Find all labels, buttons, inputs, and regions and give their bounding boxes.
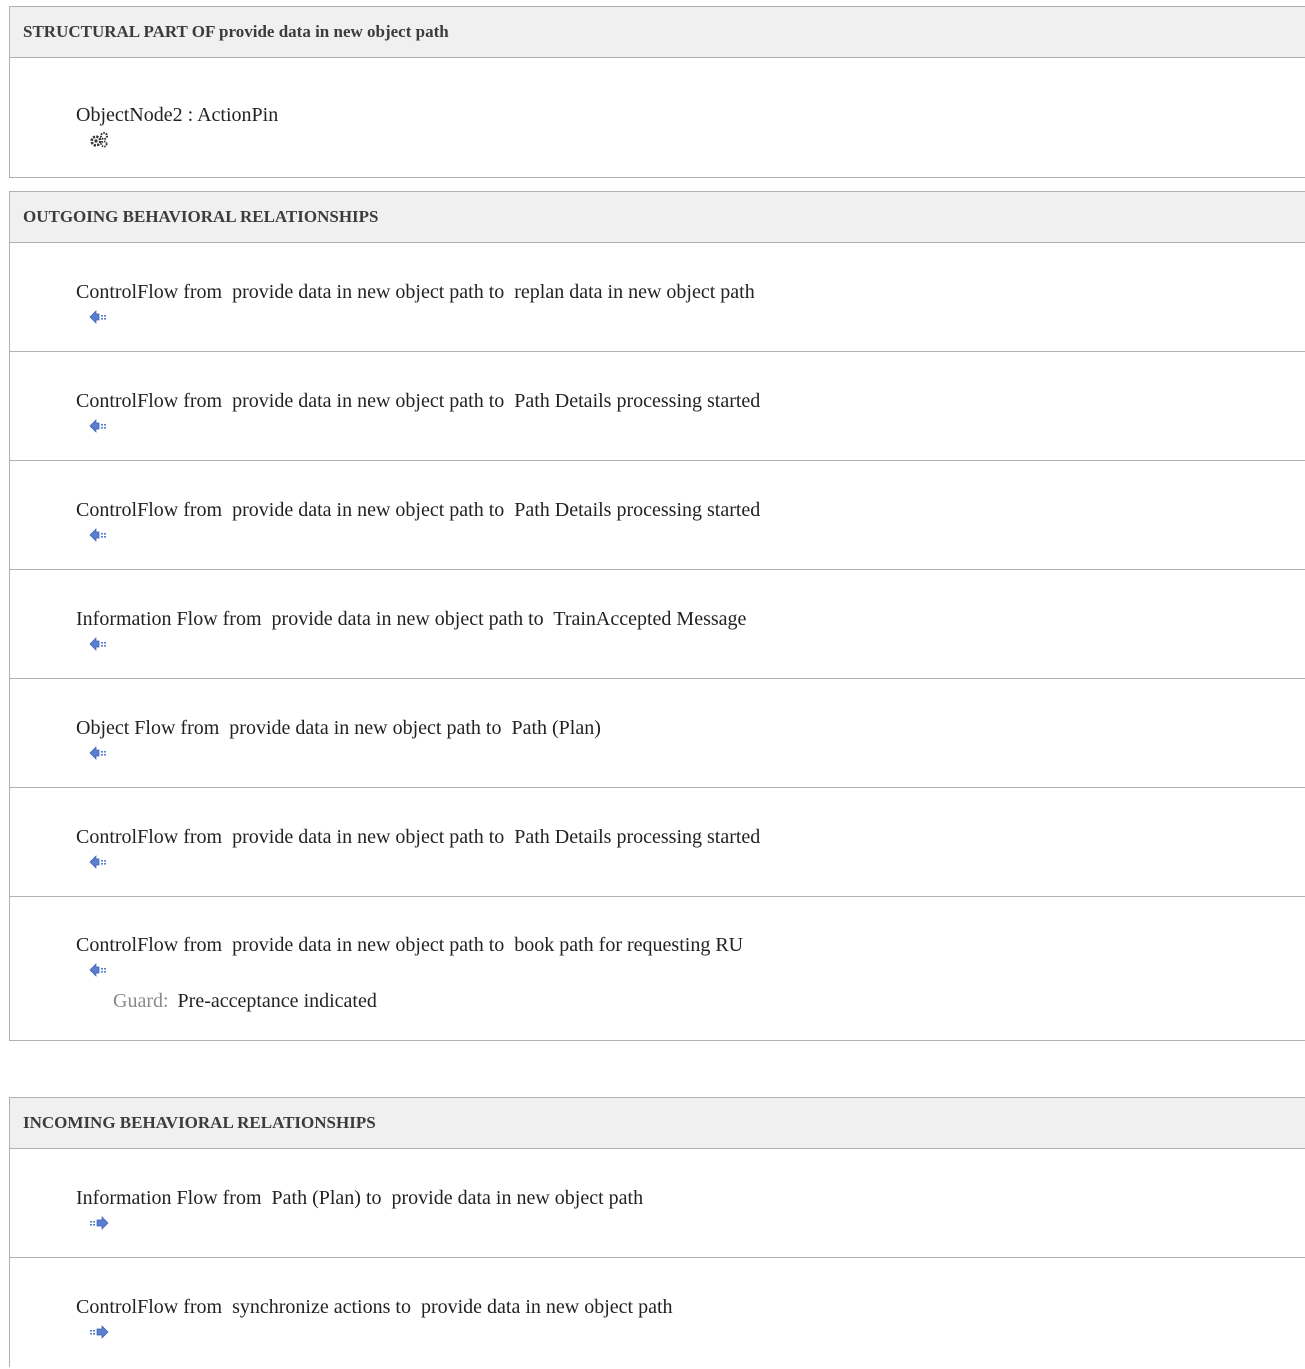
guard-line: Guard: Pre-acceptance indicated: [83, 967, 377, 1036]
outgoing-arrow-icon: [49, 938, 106, 977]
list-item-label: ControlFlow from provide data in new obj…: [76, 826, 761, 848]
gears-icon: [49, 108, 108, 147]
list-item: ControlFlow from provide data in new obj…: [10, 352, 1305, 461]
outgoing-header: OUTGOING BEHAVIORAL RELATIONSHIPS: [10, 192, 1305, 243]
list-item: Information Flow from Path (Plan) to pro…: [10, 1149, 1305, 1258]
list-item: Information Flow from provide data in ne…: [10, 570, 1305, 679]
list-item-label: ControlFlow from provide data in new obj…: [76, 281, 755, 303]
structural-panel: STRUCTURAL PART OF provide data in new o…: [9, 6, 1305, 178]
incoming-arrow-icon: [49, 1300, 109, 1339]
incoming-header: INCOMING BEHAVIORAL RELATIONSHIPS: [10, 1098, 1305, 1149]
outgoing-arrow-icon: [49, 612, 106, 651]
list-item: ControlFlow from provide data in new obj…: [10, 897, 1305, 1041]
outgoing-arrow-icon: [49, 503, 106, 542]
list-item-label: ControlFlow from provide data in new obj…: [76, 390, 761, 412]
list-item: ObjectNode2 : ActionPin: [10, 58, 1305, 178]
list-item-label: Information Flow from provide data in ne…: [76, 608, 747, 630]
list-item: ControlFlow from synchronize actions to …: [10, 1258, 1305, 1367]
list-item: ControlFlow from provide data in new obj…: [10, 461, 1305, 570]
outgoing-panel: OUTGOING BEHAVIORAL RELATIONSHIPS Contro…: [9, 191, 1305, 1041]
outgoing-arrow-icon: [49, 285, 106, 324]
guard-label: Guard:: [113, 990, 169, 1012]
incoming-arrow-icon: [49, 1191, 109, 1230]
incoming-panel: INCOMING BEHAVIORAL RELATIONSHIPS Inform…: [9, 1097, 1305, 1367]
list-item-label: ObjectNode2 : ActionPin: [76, 104, 279, 126]
list-item-label: Object Flow from provide data in new obj…: [76, 717, 601, 739]
outgoing-arrow-icon: [49, 721, 106, 760]
outgoing-arrow-icon: [49, 830, 106, 869]
list-item: Object Flow from provide data in new obj…: [10, 679, 1305, 788]
list-item-label: Information Flow from Path (Plan) to pro…: [76, 1187, 644, 1209]
list-item-label: ControlFlow from provide data in new obj…: [76, 934, 744, 956]
outgoing-arrow-icon: [49, 394, 106, 433]
guard-value: Pre-acceptance indicated: [177, 990, 377, 1012]
structural-header: STRUCTURAL PART OF provide data in new o…: [10, 7, 1305, 58]
list-item-label: ControlFlow from synchronize actions to …: [76, 1296, 673, 1318]
list-item-label: ControlFlow from provide data in new obj…: [76, 499, 761, 521]
list-item: ControlFlow from provide data in new obj…: [10, 243, 1305, 352]
list-item: ControlFlow from provide data in new obj…: [10, 788, 1305, 897]
